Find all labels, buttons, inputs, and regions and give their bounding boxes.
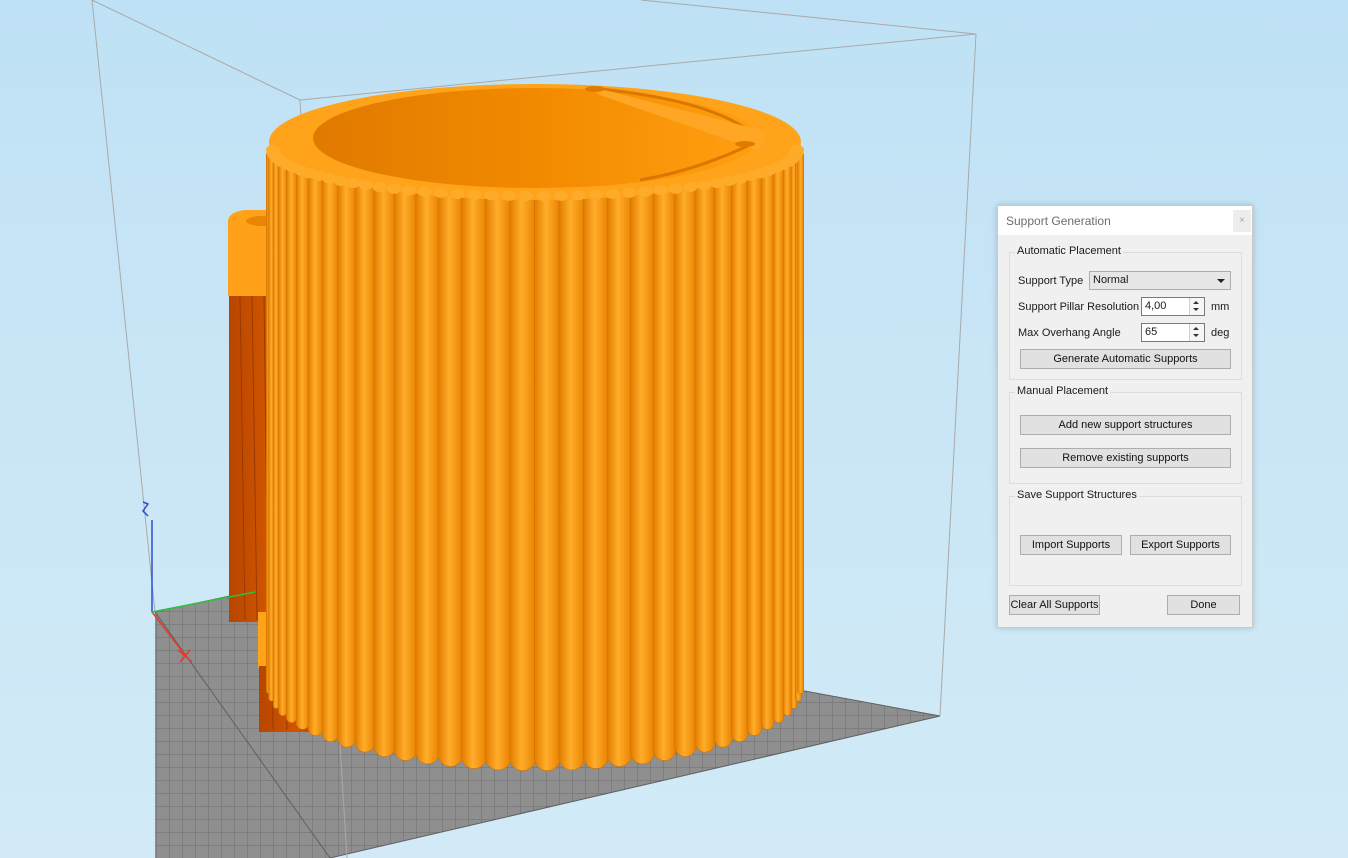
manual-placement-group: Manual Placement Add new support structu… [1009, 385, 1242, 484]
rim-bead [622, 187, 637, 198]
mug-rib [286, 165, 298, 723]
mug-rib [558, 189, 586, 771]
done-button[interactable]: Done [1167, 595, 1240, 615]
rim-bead [605, 188, 620, 199]
mug-rib [713, 178, 733, 748]
rim-bead [638, 186, 653, 197]
mug-rib [337, 178, 357, 748]
mug-rib [606, 187, 633, 767]
pillar-resolution-label: Support Pillar Resolution [1018, 301, 1140, 313]
pillar-resolution-value: 4,00 [1145, 300, 1167, 312]
rim-bead [387, 183, 401, 194]
rim-bead [501, 190, 516, 201]
mug-rib [393, 184, 418, 761]
mug-rib [746, 172, 763, 736]
rim-bead [433, 187, 448, 198]
add-support-structures-button[interactable]: Add new support structures [1020, 415, 1231, 435]
rim-bead [536, 191, 551, 201]
rim-bead [790, 145, 804, 155]
mug-rib [321, 175, 340, 742]
mug-rib [797, 151, 805, 695]
save-support-structures-title: Save Support Structures [1015, 489, 1139, 501]
support-generation-dialog: Support Generation × Automatic Placement… [997, 205, 1253, 628]
mug-rib [782, 162, 792, 716]
overhang-angle-value: 65 [1145, 326, 1158, 338]
spin-buttons[interactable] [1189, 298, 1204, 315]
spin-buttons[interactable] [1189, 324, 1204, 341]
rim-bead [372, 182, 387, 192]
mug-rib [652, 184, 677, 761]
mug-rib [415, 186, 440, 765]
rim-bead [345, 178, 360, 189]
rim-bead [467, 189, 482, 200]
mug-rib [278, 162, 288, 716]
mug-opening [313, 88, 757, 188]
rim-bead [571, 190, 586, 201]
rim-bead [588, 189, 603, 200]
export-supports-button[interactable]: Export Supports [1130, 535, 1231, 555]
spin-down-icon[interactable] [1193, 308, 1199, 311]
close-icon[interactable]: × [1233, 210, 1251, 232]
mug-rib [272, 158, 280, 709]
overhang-angle-unit: deg [1211, 327, 1230, 339]
mug-rib [307, 172, 324, 736]
rim-bead [710, 178, 725, 189]
rim-bead [554, 190, 569, 201]
mug-rib [295, 169, 310, 730]
mug-rib [694, 180, 716, 753]
import-supports-button[interactable]: Import Supports [1020, 535, 1122, 555]
rim-bead [450, 188, 465, 199]
mug-rib [461, 188, 487, 769]
rim-bead [683, 182, 698, 192]
mug-rib [582, 188, 609, 769]
mug-rib [354, 180, 376, 753]
rim-bead [402, 185, 417, 196]
remove-supports-button[interactable]: Remove existing supports [1020, 448, 1231, 468]
spin-down-icon[interactable] [1193, 334, 1199, 337]
mug-rib [630, 186, 655, 765]
mug-rib [674, 182, 697, 757]
rim-bead [669, 183, 683, 194]
mug-rib [760, 169, 775, 730]
mug-rib [533, 189, 561, 772]
support-type-select[interactable]: Normal [1089, 271, 1231, 290]
clear-all-supports-button[interactable]: Clear All Supports [1009, 595, 1100, 615]
mug-rib [509, 189, 537, 772]
overhang-angle-spinbox[interactable]: 65 [1141, 323, 1205, 342]
automatic-placement-group: Automatic Placement Support Type Normal … [1009, 245, 1242, 380]
mug-rib [373, 182, 396, 757]
spin-up-icon[interactable] [1193, 301, 1199, 304]
mug-model[interactable] [265, 84, 805, 772]
mug-rib [437, 187, 464, 767]
rim-bead [697, 180, 712, 191]
dialog-titlebar[interactable]: Support Generation × [998, 206, 1252, 235]
mug-rib [772, 165, 784, 723]
spin-up-icon[interactable] [1193, 327, 1199, 330]
generate-automatic-supports-button[interactable]: Generate Automatic Supports [1020, 349, 1231, 369]
chevron-down-icon [1217, 279, 1225, 283]
rim-bead [333, 175, 348, 186]
mug-ribs [265, 151, 805, 772]
overhang-angle-label: Max Overhang Angle [1018, 327, 1121, 339]
manual-placement-title: Manual Placement [1015, 385, 1111, 397]
pillar-resolution-unit: mm [1211, 301, 1230, 313]
mug-rib [485, 189, 512, 771]
save-support-structures-group: Save Support Structures Import Supports … [1009, 489, 1242, 586]
rim-bead [653, 185, 668, 196]
support-type-value: Normal [1093, 274, 1129, 286]
pillar-resolution-spinbox[interactable]: 4,00 [1141, 297, 1205, 316]
rim-bead [417, 186, 432, 197]
rim-bead [484, 190, 499, 201]
dialog-title: Support Generation [1006, 214, 1111, 228]
3d-viewport[interactable]: Support Generation × Automatic Placement… [0, 0, 1348, 858]
rim-bead [519, 191, 534, 201]
mug-rib [730, 175, 749, 742]
support-type-label: Support Type [1018, 275, 1084, 287]
rim-bead [358, 180, 373, 191]
automatic-placement-title: Automatic Placement [1015, 245, 1123, 257]
